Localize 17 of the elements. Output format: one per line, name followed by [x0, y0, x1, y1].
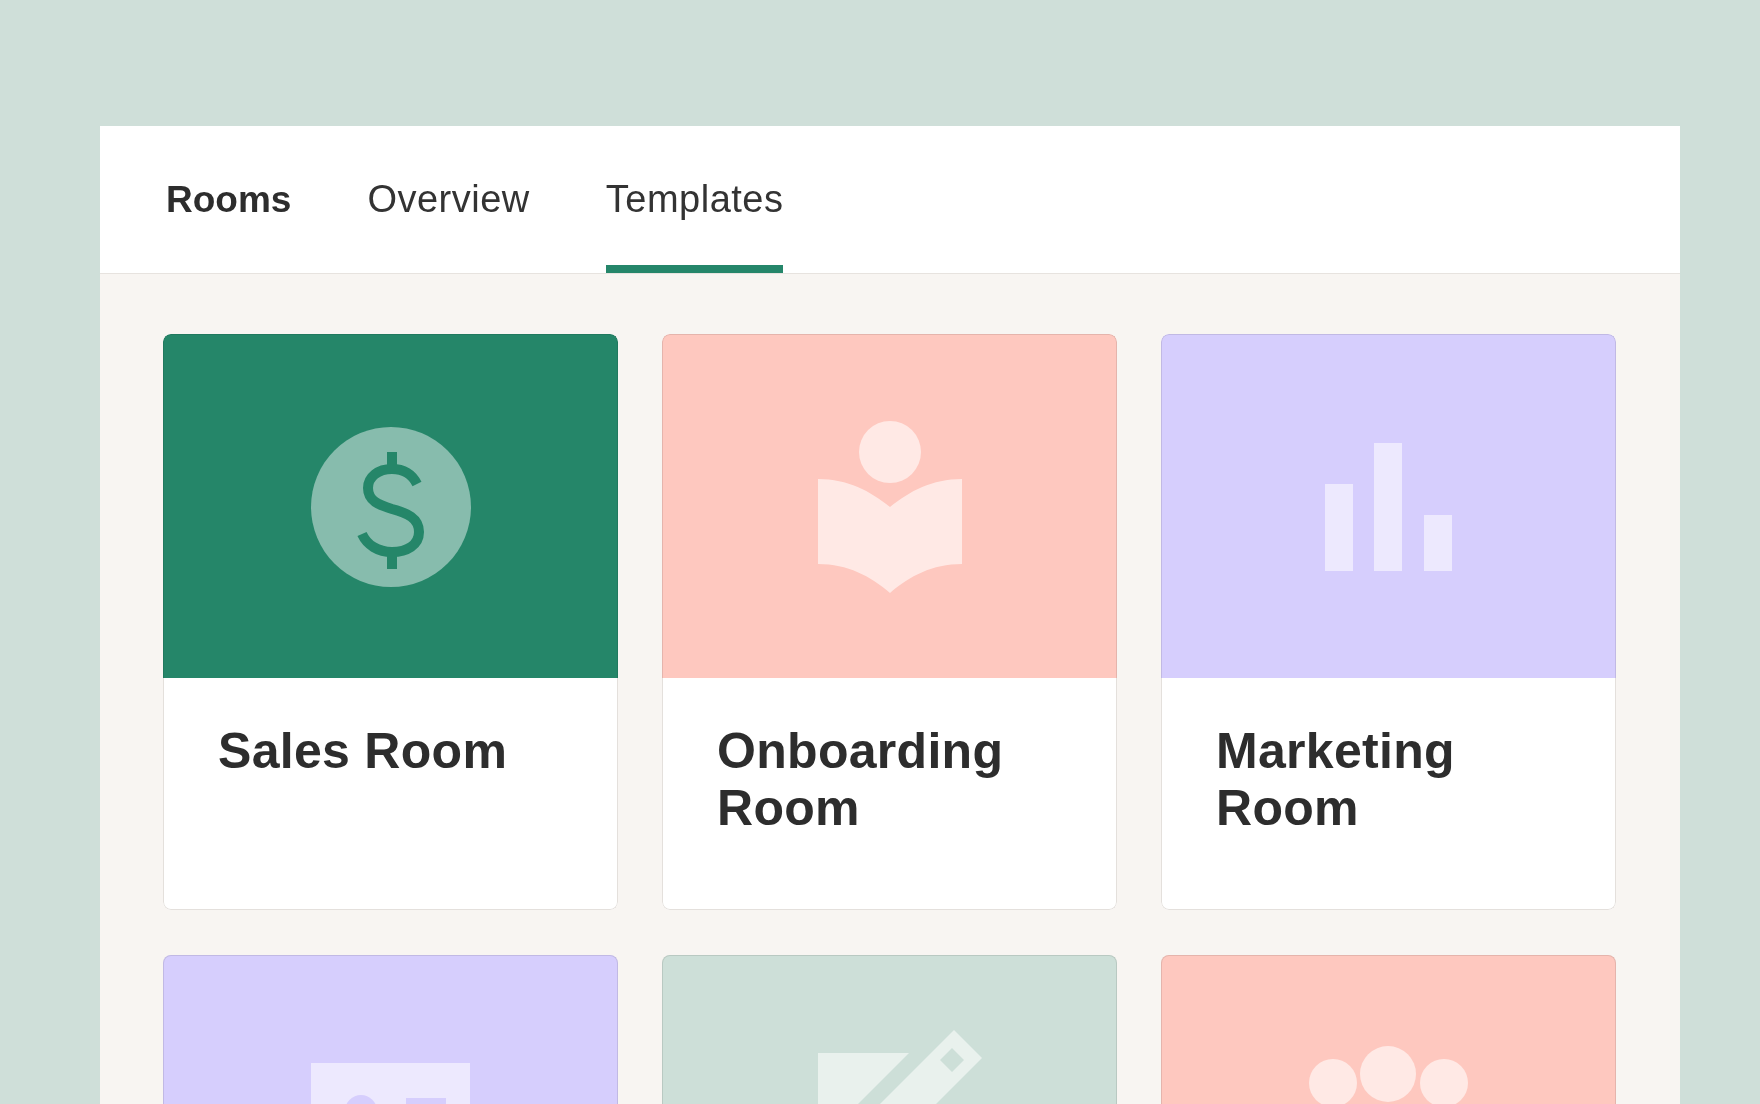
template-card[interactable]: [662, 955, 1117, 1104]
circles-icon: [1309, 1045, 1468, 1104]
template-card[interactable]: Sales Room: [163, 334, 618, 910]
template-card[interactable]: Onboarding Room: [662, 334, 1117, 910]
template-card[interactable]: Marketing Room: [1161, 334, 1616, 910]
template-card[interactable]: [1161, 955, 1616, 1104]
dollar-coin-icon: [310, 426, 471, 587]
page-title: Rooms: [166, 177, 292, 222]
card-title: Sales Room: [218, 723, 509, 780]
tab[interactable]: Overview: [367, 126, 530, 273]
card-title: Onboarding Room: [717, 723, 1005, 837]
template-card[interactable]: [163, 955, 618, 1104]
bar-chart-icon: [1325, 442, 1452, 571]
person-reading-icon: [817, 420, 962, 593]
profile-card-icon: [311, 1062, 470, 1104]
tab[interactable]: Templates: [605, 126, 784, 273]
card-title: Marketing Room: [1216, 723, 1456, 837]
